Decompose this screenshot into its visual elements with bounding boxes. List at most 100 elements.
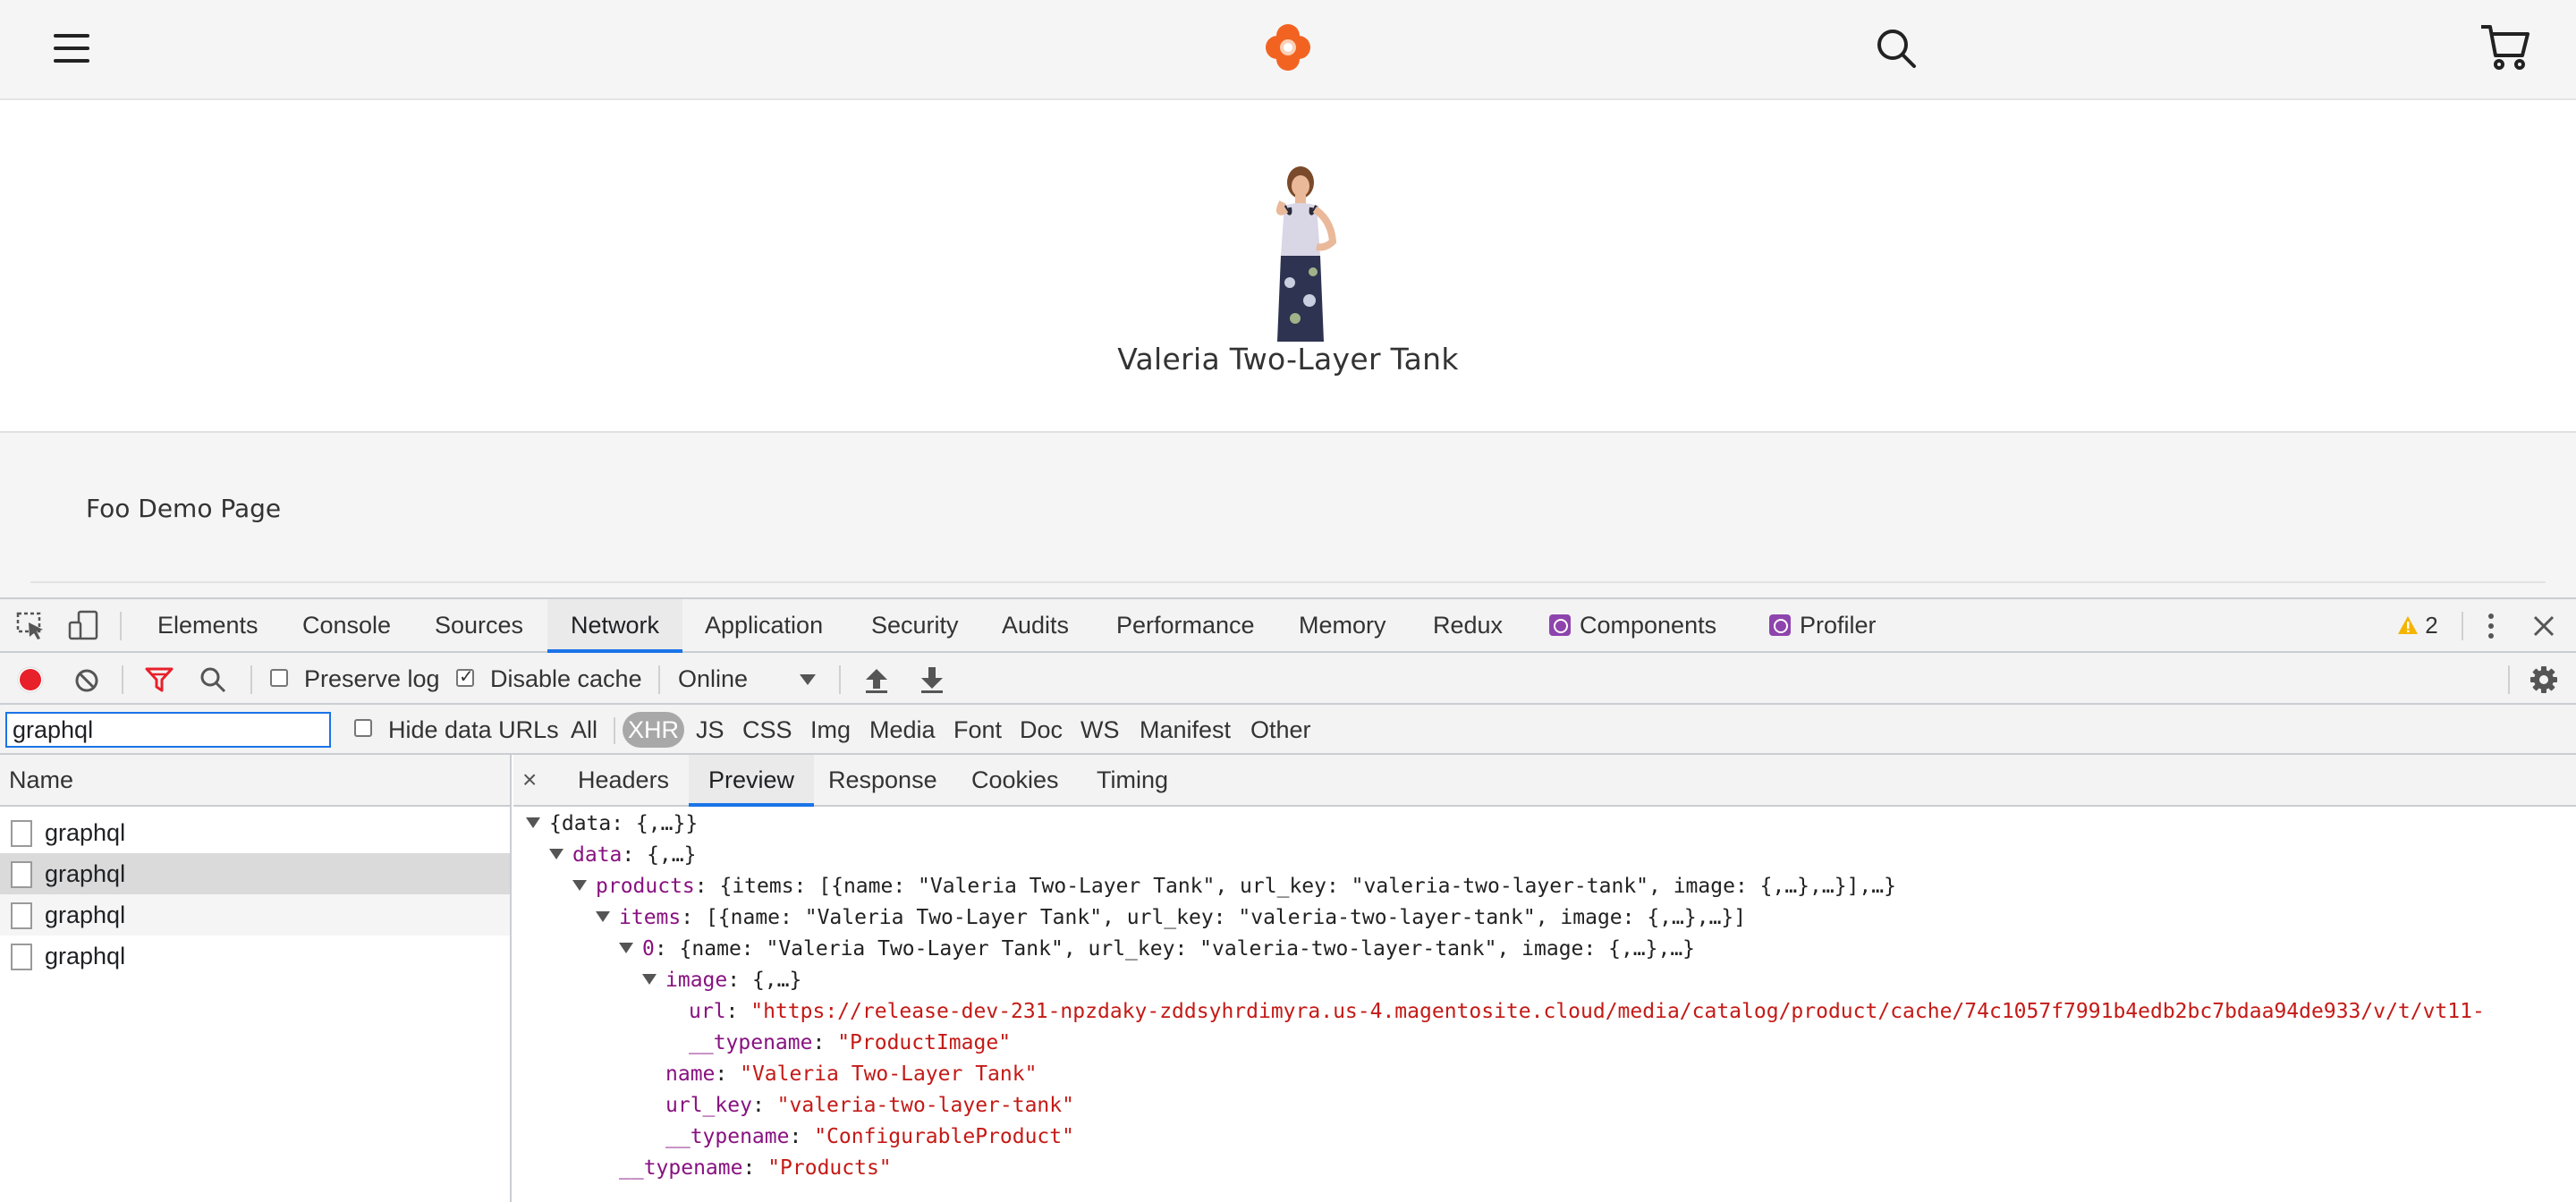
product-tile[interactable]: Valeria Two-Layer Tank xyxy=(0,100,2576,433)
tab-components-label: Components xyxy=(1580,612,1717,639)
throttling-select[interactable]: Online xyxy=(678,653,821,705)
preserve-log-label[interactable]: Preserve log xyxy=(304,653,440,705)
product-image[interactable] xyxy=(1238,166,1360,342)
json-prop-name[interactable]: name: "Valeria Two-Layer Tank" xyxy=(665,1059,1037,1090)
filter-type-media[interactable]: Media xyxy=(866,712,939,748)
json-string: "Valeria Two-Layer Tank" xyxy=(740,1062,1038,1086)
request-row[interactable]: graphql xyxy=(0,935,510,977)
filter-type-js[interactable]: JS xyxy=(692,712,728,748)
record-button-icon[interactable] xyxy=(16,665,45,694)
filter-type-other[interactable]: Other xyxy=(1247,712,1315,748)
cart-icon[interactable] xyxy=(2479,23,2529,72)
tab-network[interactable]: Network xyxy=(547,599,683,653)
filter-type-manifest[interactable]: Manifest xyxy=(1136,712,1234,748)
json-prop-typename[interactable]: __typename: "ConfigurableProduct" xyxy=(665,1122,1074,1153)
json-key: __typename xyxy=(689,1031,813,1054)
inspect-element-icon[interactable] xyxy=(16,612,47,640)
separator xyxy=(2462,612,2463,640)
json-node-products[interactable]: products: {items: [{name: "Valeria Two-L… xyxy=(572,871,1896,902)
tab-security[interactable]: Security xyxy=(868,599,962,653)
tab-response[interactable]: Response xyxy=(819,755,946,807)
json-string: "Products" xyxy=(767,1156,892,1180)
product-name[interactable]: Valeria Two-Layer Tank xyxy=(0,342,2576,377)
filter-type-doc[interactable]: Doc xyxy=(1016,712,1066,748)
json-prop-url[interactable]: url: "https://release-dev-231-npzdaky-zd… xyxy=(689,996,2485,1028)
search-network-icon[interactable] xyxy=(199,665,227,694)
json-key: 0 xyxy=(642,937,655,961)
json-node-root[interactable]: {data: {,…}} xyxy=(526,808,698,840)
disable-cache-checkbox[interactable] xyxy=(456,665,474,688)
close-devtools-icon[interactable] xyxy=(2531,614,2556,639)
import-har-icon[interactable] xyxy=(864,665,889,694)
json-key: url xyxy=(689,1000,726,1023)
json-summary: : {items: [{name: "Valeria Two-Layer Tan… xyxy=(694,875,1896,898)
json-node-data[interactable]: data: {,…} xyxy=(549,840,696,871)
json-node-item-0[interactable]: 0: {name: "Valeria Two-Layer Tank", url_… xyxy=(619,934,1695,965)
json-prop-typename[interactable]: __typename: "Products" xyxy=(619,1153,892,1184)
tab-audits[interactable]: Audits xyxy=(998,599,1072,653)
close-detail-icon[interactable]: × xyxy=(522,755,537,807)
json-prop-url-key[interactable]: url_key: "valeria-two-layer-tank" xyxy=(665,1090,1074,1122)
chevron-down-icon xyxy=(800,674,816,685)
json-node-image[interactable]: image: {,…} xyxy=(642,965,801,996)
warnings-counter[interactable]: 2 xyxy=(2397,599,2438,653)
tab-redux[interactable]: Redux xyxy=(1429,599,1506,653)
expand-triangle-icon[interactable] xyxy=(572,879,587,891)
separator xyxy=(120,612,122,640)
search-icon[interactable] xyxy=(1875,27,1918,70)
request-row[interactable]: graphql xyxy=(0,894,510,935)
filter-type-css[interactable]: CSS xyxy=(739,712,796,748)
separator xyxy=(2508,665,2510,694)
json-key: name xyxy=(665,1062,716,1086)
gear-icon[interactable] xyxy=(2529,665,2558,694)
expand-triangle-icon[interactable] xyxy=(549,848,564,859)
request-row[interactable]: graphql xyxy=(0,812,510,853)
json-string: "valeria-two-layer-tank" xyxy=(776,1094,1074,1117)
hamburger-menu-icon[interactable] xyxy=(52,30,91,66)
tab-application[interactable]: Application xyxy=(701,599,826,653)
tab-performance[interactable]: Performance xyxy=(1113,599,1258,653)
tab-cookies[interactable]: Cookies xyxy=(962,755,1068,807)
json-string: "ProductImage" xyxy=(837,1031,1012,1054)
brand-logo-icon[interactable] xyxy=(1263,23,1313,72)
tab-components[interactable]: Components xyxy=(1546,599,1720,653)
filter-type-font[interactable]: Font xyxy=(950,712,1005,748)
filter-type-xhr[interactable]: XHR xyxy=(623,712,685,748)
file-icon xyxy=(11,944,32,970)
filter-type-ws[interactable]: WS xyxy=(1077,712,1123,748)
tab-sources[interactable]: Sources xyxy=(431,599,527,653)
expand-triangle-icon[interactable] xyxy=(526,817,540,828)
site-header xyxy=(0,0,2576,100)
filter-type-img[interactable]: Img xyxy=(807,712,854,748)
export-har-icon[interactable] xyxy=(919,665,945,694)
json-string: "ConfigurableProduct" xyxy=(814,1125,1074,1148)
tab-timing[interactable]: Timing xyxy=(1088,755,1177,807)
disable-cache-label[interactable]: Disable cache xyxy=(490,653,642,705)
tab-profiler[interactable]: Profiler xyxy=(1766,599,1880,653)
name-column-header[interactable]: Name xyxy=(0,755,510,807)
hide-data-urls-label[interactable]: Hide data URLs xyxy=(388,705,559,755)
throttling-value: Online xyxy=(678,665,749,692)
request-row[interactable]: graphql xyxy=(0,853,510,894)
json-prop-typename[interactable]: __typename: "ProductImage" xyxy=(689,1028,1011,1059)
tab-elements[interactable]: Elements xyxy=(154,599,262,653)
filter-type-all[interactable]: All xyxy=(567,712,601,748)
tab-headers[interactable]: Headers xyxy=(569,755,678,807)
tab-preview[interactable]: Preview xyxy=(689,755,815,807)
json-key: items xyxy=(619,906,682,929)
request-name: graphql xyxy=(45,860,126,887)
expand-triangle-icon[interactable] xyxy=(642,973,657,985)
tab-memory[interactable]: Memory xyxy=(1295,599,1390,653)
more-options-icon[interactable] xyxy=(2478,612,2504,640)
tab-console[interactable]: Console xyxy=(299,599,394,653)
filter-input[interactable]: graphql xyxy=(5,712,331,748)
device-toolbar-icon[interactable] xyxy=(68,610,100,642)
hide-data-urls-checkbox[interactable] xyxy=(354,719,372,737)
json-string: "https://release-dev-231-npzdaky-zddsyhr… xyxy=(750,1000,2485,1023)
clear-icon[interactable] xyxy=(73,667,100,694)
preserve-log-checkbox[interactable] xyxy=(270,669,288,687)
expand-triangle-icon[interactable] xyxy=(619,942,633,953)
json-node-items[interactable]: items: [{name: "Valeria Two-Layer Tank",… xyxy=(596,902,1746,934)
filter-icon[interactable] xyxy=(145,667,174,692)
expand-triangle-icon[interactable] xyxy=(596,910,610,922)
